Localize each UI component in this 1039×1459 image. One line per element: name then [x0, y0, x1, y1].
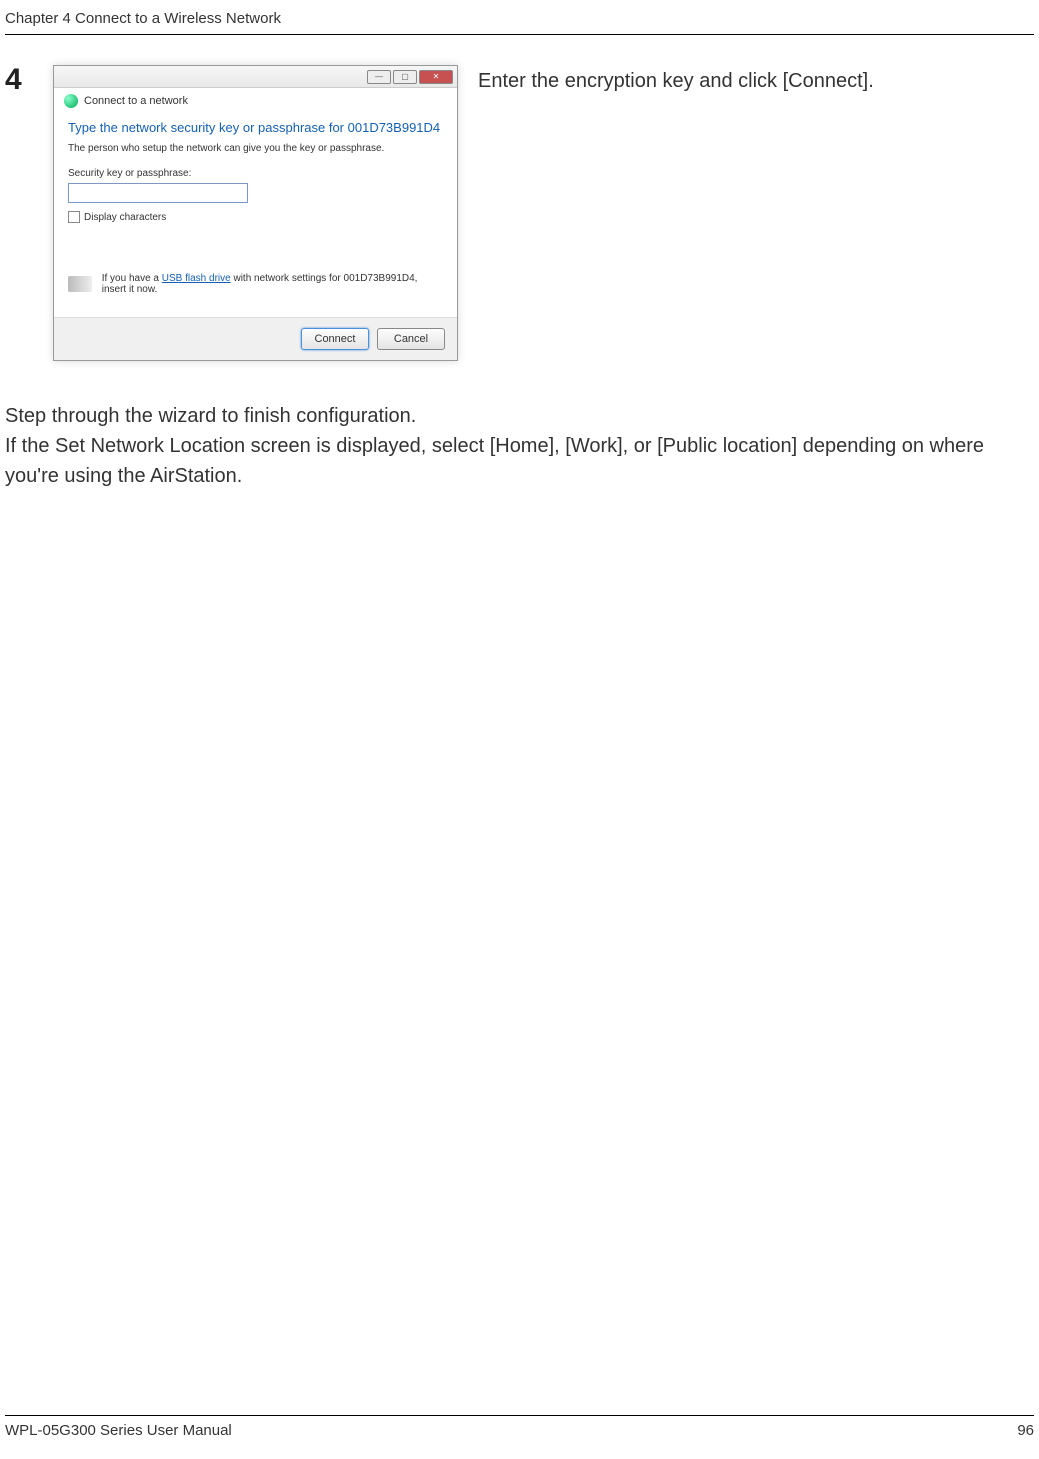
usb-flash-drive-link[interactable]: USB flash drive — [162, 273, 231, 284]
dialog-footer: Connect Cancel — [54, 317, 457, 360]
step-caption: Enter the encryption key and click [Conn… — [478, 65, 1034, 95]
cancel-button[interactable]: Cancel — [377, 328, 445, 350]
usb-prefix: If you have a — [102, 273, 162, 284]
connect-network-dialog: — ▢ ✕ Connect to a network Type the netw… — [53, 65, 458, 361]
display-characters-checkbox[interactable] — [68, 211, 80, 223]
close-button[interactable]: ✕ — [419, 70, 453, 84]
security-key-input[interactable] — [68, 183, 248, 203]
dialog-body: Type the network security key or passphr… — [54, 114, 457, 317]
connect-button[interactable]: Connect — [301, 328, 369, 350]
main-content: 4 — ▢ ✕ Connect to a network Type the ne… — [0, 35, 1039, 491]
chapter-title: Chapter 4 Connect to a Wireless Network — [5, 10, 281, 27]
dialog-sub-title: Connect to a network — [84, 95, 188, 107]
usb-hint-row: If you have a USB flash drive with netwo… — [68, 273, 443, 307]
after-step-text: Step through the wizard to finish config… — [5, 401, 1034, 491]
security-key-label: Security key or passphrase: — [68, 168, 443, 179]
minimize-label: — — [375, 72, 383, 81]
page-footer: WPL-05G300 Series User Manual 96 — [5, 1415, 1034, 1439]
step-number: 4 — [5, 65, 33, 95]
manual-title: WPL-05G300 Series User Manual — [5, 1422, 232, 1439]
close-label: ✕ — [433, 72, 440, 81]
usb-hint-text: If you have a USB flash drive with netwo… — [102, 273, 443, 295]
dialog-description: The person who setup the network can giv… — [68, 143, 443, 154]
display-characters-row: Display characters — [68, 211, 443, 223]
dialog-heading: Type the network security key or passphr… — [68, 120, 443, 135]
step-row: 4 — ▢ ✕ Connect to a network Type the ne… — [5, 65, 1034, 361]
after-line-2: If the Set Network Location screen is di… — [5, 431, 1034, 491]
usb-drive-icon — [68, 276, 92, 292]
dialog-titlebar: — ▢ ✕ — [54, 66, 457, 88]
dialog-subheader: Connect to a network — [54, 88, 457, 114]
minimize-button[interactable]: — — [367, 70, 391, 84]
network-icon — [64, 94, 78, 108]
display-characters-label: Display characters — [84, 212, 166, 223]
maximize-button[interactable]: ▢ — [393, 70, 417, 84]
maximize-label: ▢ — [401, 72, 409, 81]
page-number: 96 — [1017, 1422, 1034, 1439]
page-header: Chapter 4 Connect to a Wireless Network — [5, 0, 1034, 35]
dialog-screenshot: — ▢ ✕ Connect to a network Type the netw… — [53, 65, 458, 361]
cancel-button-label: Cancel — [394, 333, 428, 345]
after-line-1: Step through the wizard to finish config… — [5, 401, 1034, 431]
connect-button-label: Connect — [315, 333, 356, 345]
